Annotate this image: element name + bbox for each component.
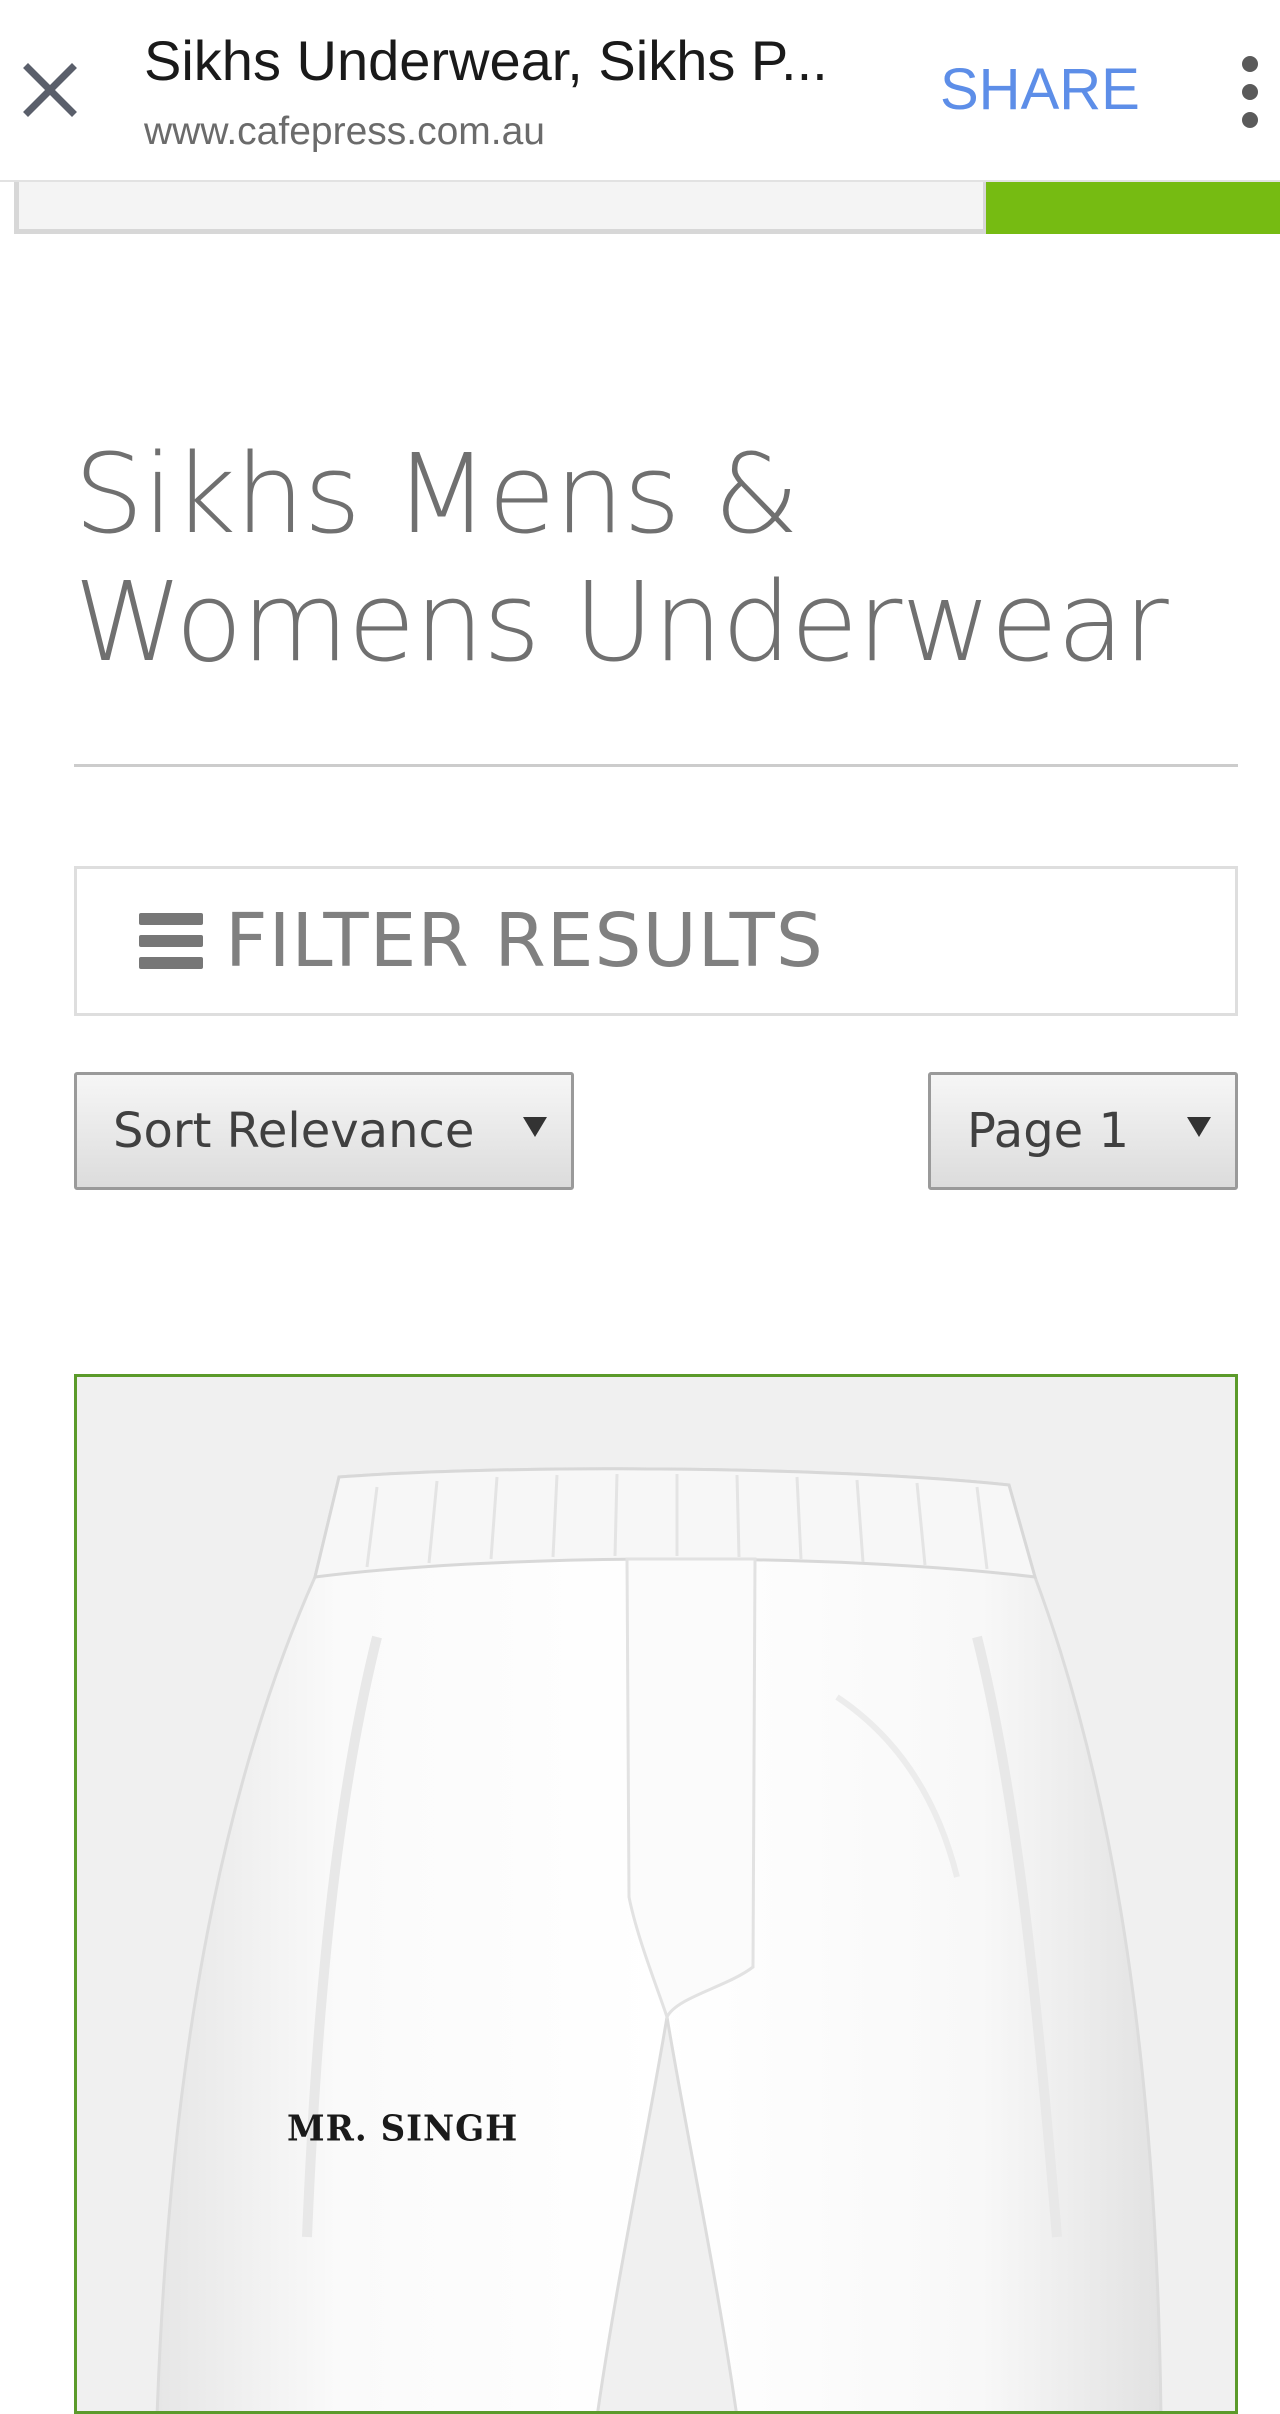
dropdown-arrow-icon [1187,1117,1211,1137]
sort-select[interactable]: Sort Relevance [74,1072,574,1190]
close-button[interactable] [10,40,90,140]
filter-results-label: FILTER RESULTS [225,898,824,984]
more-options-button[interactable] [1226,50,1280,134]
close-icon [23,63,77,117]
category-heading-line2: Womens Underwear [74,558,1169,686]
custom-tab-toolbar: Sikhs Underwear, Sikhs P... www.cafepres… [0,0,1280,182]
page-select-value: Page 1 [967,1103,1129,1159]
dropdown-arrow-icon [523,1117,547,1137]
sort-select-value: Sort Relevance [113,1103,475,1159]
product-print-text: MR. SINGH [287,2108,519,2150]
boxer-shorts-image [77,1377,1235,2411]
page-select[interactable]: Page 1 [928,1072,1238,1190]
category-heading-line1: Sikhs Mens & [74,430,799,558]
category-heading: Sikhs Mens & Womens Underwear [74,430,1234,686]
share-button[interactable]: SHARE [940,50,1140,130]
page-url: www.cafepress.com.au [144,110,545,153]
heading-divider [74,764,1238,767]
page-title: Sikhs Underwear, Sikhs P... [144,29,828,92]
hamburger-icon [139,913,203,969]
filter-results-button[interactable]: FILTER RESULTS [74,866,1238,1016]
product-card[interactable]: MR. SINGH [74,1374,1238,2414]
search-bar [14,122,1280,254]
